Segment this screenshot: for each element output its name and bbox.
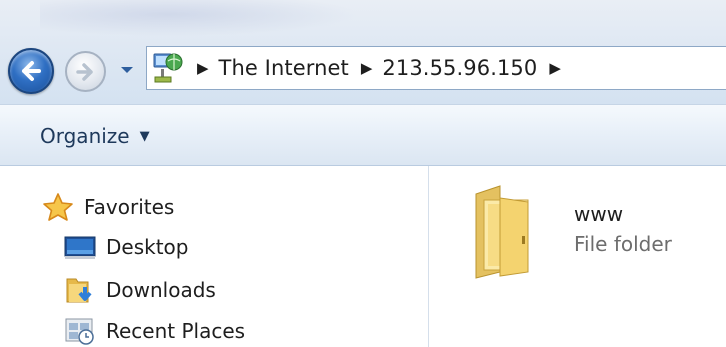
forward-arrow-icon (76, 63, 93, 81)
title-bar: ▶ The Internet ▶ 213.55.96.150 ▶ (0, 0, 726, 104)
nav-item-recent-places[interactable]: Recent Places (64, 314, 245, 347)
nav-item-desktop[interactable]: Desktop (64, 230, 188, 264)
file-item-www[interactable]: www File folder (470, 180, 710, 290)
back-arrow-icon (22, 61, 41, 81)
nav-item-favorites[interactable]: Favorites (42, 190, 174, 224)
desktop-icon (64, 232, 96, 262)
star-icon (42, 192, 74, 222)
chevron-down-icon (121, 67, 133, 73)
organize-button[interactable]: Organize ▼ (28, 117, 162, 155)
breadcrumb-the-internet[interactable]: The Internet (219, 56, 349, 80)
file-list: www File folder (430, 166, 726, 347)
downloads-folder-icon (64, 275, 96, 305)
file-name: www (574, 202, 624, 226)
nav-item-label: Downloads (106, 278, 216, 302)
breadcrumb-separator[interactable]: ▶ (361, 60, 373, 76)
breadcrumb-separator[interactable]: ▶ (197, 60, 209, 76)
organize-label: Organize (40, 124, 130, 148)
nav-item-downloads[interactable]: Downloads (64, 273, 216, 307)
network-globe-icon (151, 51, 185, 85)
breadcrumb-separator[interactable]: ▶ (549, 60, 561, 76)
nav-item-label: Recent Places (106, 319, 246, 343)
file-type: File folder (574, 232, 672, 256)
caret-down-icon: ▼ (139, 128, 150, 144)
address-bar[interactable]: ▶ The Internet ▶ 213.55.96.150 ▶ (146, 46, 726, 90)
recent-places-icon (64, 316, 96, 346)
window-glass (40, 0, 360, 36)
navigation-pane: Favorites Desktop Downloads Recent Place… (0, 166, 429, 347)
folder-icon (470, 180, 540, 280)
forward-button[interactable] (65, 51, 106, 92)
command-bar: Organize ▼ (0, 104, 726, 166)
back-button[interactable] (8, 48, 54, 94)
nav-item-label: Desktop (106, 235, 189, 259)
breadcrumb-ip-address[interactable]: 213.55.96.150 (382, 56, 537, 80)
nav-item-label: Favorites (84, 195, 175, 219)
recent-pages-button[interactable] (120, 62, 134, 76)
